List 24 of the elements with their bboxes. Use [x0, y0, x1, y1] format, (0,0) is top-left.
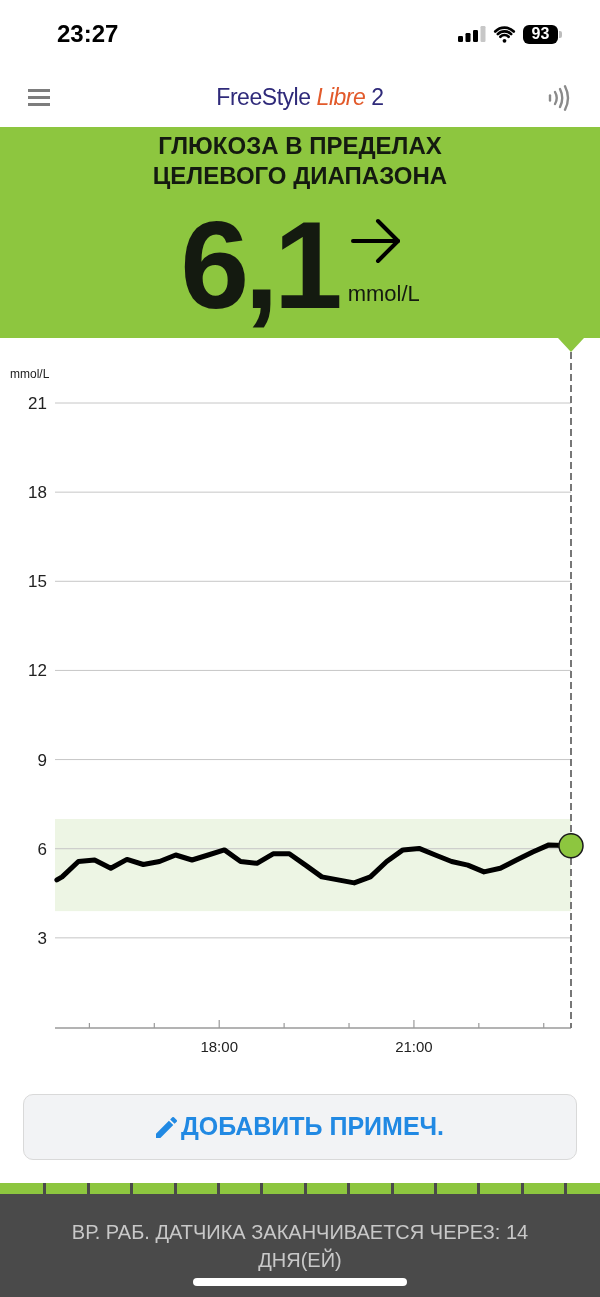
y-axis-label: 12	[28, 661, 47, 681]
menu-icon	[28, 89, 50, 106]
x-axis-label: 21:00	[395, 1038, 433, 1055]
menu-button[interactable]	[28, 89, 50, 106]
glucose-value: 6,1	[180, 203, 338, 327]
y-axis-label: 21	[28, 394, 47, 413]
sensor-expiry-text: ВР. РАБ. ДАТЧИКА ЗАКАНЧИВАЕТСЯ ЧЕРЕЗ: 14 ДНЯ(ЕЙ)	[70, 1220, 530, 1273]
y-axis-title: mmol/L	[10, 367, 50, 381]
signal-waves-icon[interactable]	[548, 84, 572, 111]
y-axis-label: 3	[37, 928, 47, 948]
battery-indicator: 93	[523, 24, 562, 44]
y-axis-label: 6	[37, 839, 47, 859]
wifi-icon	[493, 25, 516, 43]
banner-title: ГЛЮКОЗА В ПРЕДЕЛАХ ЦЕЛЕВОГО ДИАПАЗОНА	[151, 131, 449, 191]
x-axis-label: 18:00	[200, 1038, 238, 1055]
pencil-icon	[155, 1116, 177, 1138]
glucose-unit: mmol/L	[347, 281, 420, 307]
app-logo: FreeStyle Libre 2	[216, 86, 384, 109]
status-time: 23:27	[57, 22, 119, 46]
add-note-button[interactable]: ДОБАВИТЬ ПРИМЕЧ.	[23, 1094, 577, 1160]
y-axis-label: 18	[28, 483, 47, 503]
y-axis-label: 9	[37, 750, 47, 770]
y-axis-label: 15	[28, 572, 47, 592]
cellular-signal-icon	[458, 26, 486, 42]
